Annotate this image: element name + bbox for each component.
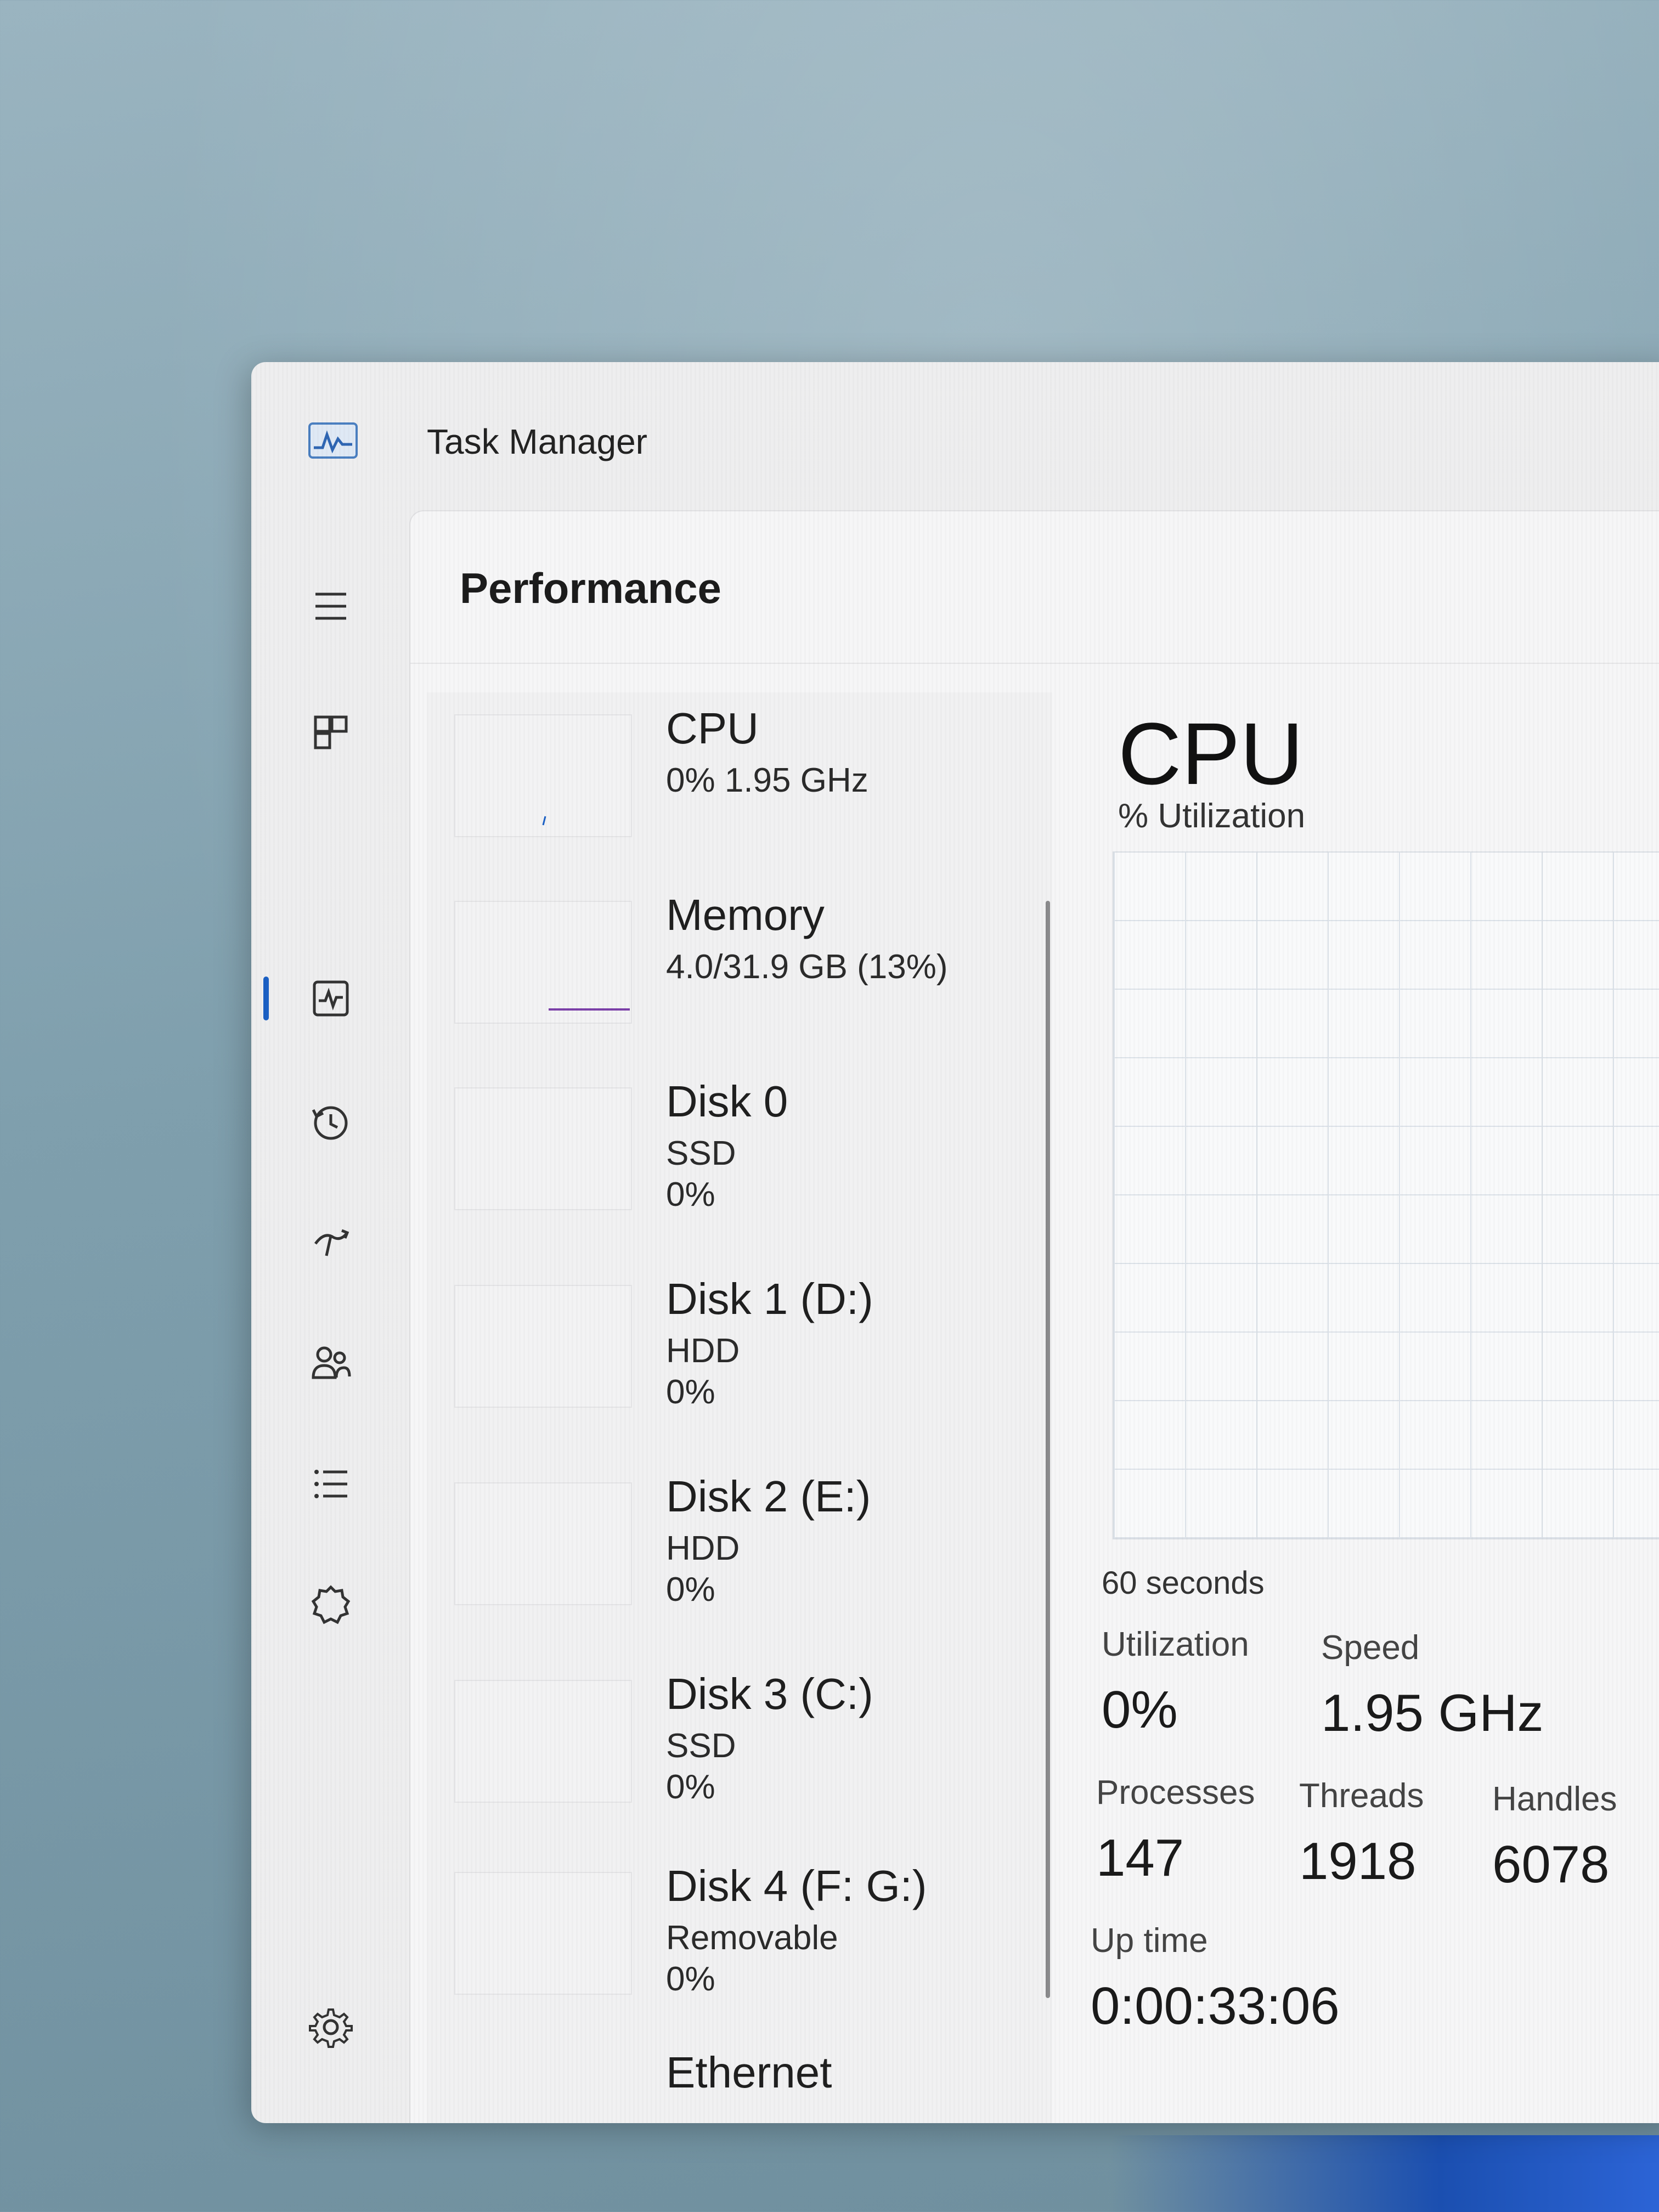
resource-item-disk-1[interactable]: Disk 1 (D:) HDD 0% bbox=[454, 1274, 1036, 1455]
title-divider bbox=[410, 663, 1659, 664]
handles-label: Handles bbox=[1492, 1780, 1617, 1818]
resource-item-cpu[interactable]: CPU 0% 1.95 GHz bbox=[454, 703, 1036, 884]
nav-processes[interactable] bbox=[301, 702, 361, 763]
disk-1-mini-graph bbox=[454, 1285, 632, 1408]
resource-type: SSD bbox=[666, 1727, 736, 1765]
resource-name: Disk 4 (F: G:) bbox=[666, 1861, 927, 1910]
app-history-icon bbox=[312, 1106, 348, 1140]
resource-name: Disk 0 bbox=[666, 1077, 788, 1126]
resource-type: HDD bbox=[666, 1530, 740, 1567]
uptime-value: 0:00:33:06 bbox=[1091, 1977, 1340, 2035]
cpu-mini-graph bbox=[454, 714, 632, 837]
processes-label: Processes bbox=[1096, 1774, 1255, 1812]
settings-icon bbox=[309, 2008, 353, 2048]
handles-value: 6078 bbox=[1492, 1835, 1610, 1894]
hamburger-menu-button[interactable] bbox=[301, 576, 361, 636]
details-icon bbox=[314, 1470, 347, 1498]
resource-item-disk-3[interactable]: Disk 3 (C:) SSD 0% bbox=[454, 1669, 1036, 1850]
disk-2-mini-graph bbox=[454, 1482, 632, 1605]
resource-usage: 0% bbox=[666, 1768, 715, 1806]
nav-app-history[interactable] bbox=[301, 1092, 361, 1152]
graph-time-axis-label: 60 seconds bbox=[1102, 1565, 1265, 1601]
threads-label: Threads bbox=[1299, 1777, 1424, 1815]
processes-icon bbox=[314, 715, 348, 749]
page-title: Performance bbox=[460, 564, 721, 612]
resource-usage: 0% bbox=[666, 1571, 715, 1609]
resource-type: Removable bbox=[666, 1919, 838, 1957]
resource-detail: 0% 1.95 GHz bbox=[666, 761, 868, 799]
performance-icon bbox=[313, 980, 349, 1017]
resource-name: Ethernet bbox=[666, 2048, 832, 2097]
content-pane: Performance CPU 0% 1.95 GHz Memory 4.0/3… bbox=[409, 510, 1659, 2123]
hamburger-menu-icon bbox=[315, 592, 346, 620]
disk-0-mini-graph bbox=[454, 1087, 632, 1210]
memory-mini-graph bbox=[454, 901, 632, 1024]
users-icon bbox=[312, 1346, 351, 1379]
task-manager-window: Task Manager Performance CPU 0% 1.95 GHz… bbox=[251, 362, 1659, 2123]
resource-item-ethernet[interactable]: Ethernet bbox=[454, 2047, 1036, 2123]
speed-value: 1.95 GHz bbox=[1321, 1684, 1544, 1742]
threads-value: 1918 bbox=[1299, 1832, 1417, 1891]
resource-name: Disk 3 (C:) bbox=[666, 1669, 873, 1718]
resource-type: SSD bbox=[666, 1135, 736, 1172]
nav-services[interactable] bbox=[301, 1575, 361, 1635]
resource-item-disk-4[interactable]: Disk 4 (F: G:) Removable 0% bbox=[454, 1861, 1036, 2042]
resource-usage: 0% bbox=[666, 1176, 715, 1214]
nav-details[interactable] bbox=[301, 1454, 361, 1514]
resource-item-memory[interactable]: Memory 4.0/31.9 GB (13%) bbox=[454, 890, 1036, 1071]
disk-4-mini-graph bbox=[454, 1872, 632, 1995]
uptime-label: Up time bbox=[1091, 1922, 1208, 1960]
taskbar-edge bbox=[1110, 2135, 1659, 2212]
resource-type: HDD bbox=[666, 1332, 740, 1370]
resource-name: Disk 1 (D:) bbox=[666, 1274, 873, 1323]
task-manager-app-icon bbox=[308, 422, 358, 459]
resource-usage: 0% bbox=[666, 1960, 715, 1998]
resource-item-disk-0[interactable]: Disk 0 SSD 0% bbox=[454, 1076, 1036, 1257]
nav-settings[interactable] bbox=[301, 1997, 361, 2057]
nav-users[interactable] bbox=[301, 1333, 361, 1393]
graph-label: % Utilization bbox=[1118, 797, 1306, 835]
startup-apps-icon bbox=[314, 1229, 349, 1256]
resource-item-disk-2[interactable]: Disk 2 (E:) HDD 0% bbox=[454, 1471, 1036, 1652]
speed-label: Speed bbox=[1321, 1629, 1420, 1667]
resource-name: Disk 2 (E:) bbox=[666, 1472, 871, 1521]
detail-heading: CPU bbox=[1118, 704, 1304, 803]
resource-list-scrollbar[interactable] bbox=[1046, 901, 1050, 1998]
processes-value: 147 bbox=[1096, 1829, 1184, 1887]
resource-detail: 4.0/31.9 GB (13%) bbox=[666, 948, 948, 986]
window-title: Task Manager bbox=[427, 422, 647, 461]
utilization-value: 0% bbox=[1102, 1680, 1178, 1739]
resource-name: CPU bbox=[666, 704, 759, 753]
active-nav-indicator bbox=[263, 977, 269, 1020]
navigation-rail bbox=[251, 527, 399, 2118]
cpu-utilization-graph bbox=[1113, 851, 1659, 1539]
utilization-label: Utilization bbox=[1102, 1626, 1249, 1663]
resource-name: Memory bbox=[666, 890, 825, 939]
nav-startup-apps[interactable] bbox=[301, 1212, 361, 1273]
nav-performance[interactable] bbox=[301, 968, 361, 1029]
services-icon bbox=[311, 1585, 351, 1624]
resource-list: CPU 0% 1.95 GHz Memory 4.0/31.9 GB (13%)… bbox=[427, 692, 1052, 2123]
cpu-detail-pane: CPU / % Utilization 60 seconds Utilizati… bbox=[1080, 692, 1659, 2123]
resource-usage: 0% bbox=[666, 1373, 715, 1411]
disk-3-mini-graph bbox=[454, 1680, 632, 1803]
